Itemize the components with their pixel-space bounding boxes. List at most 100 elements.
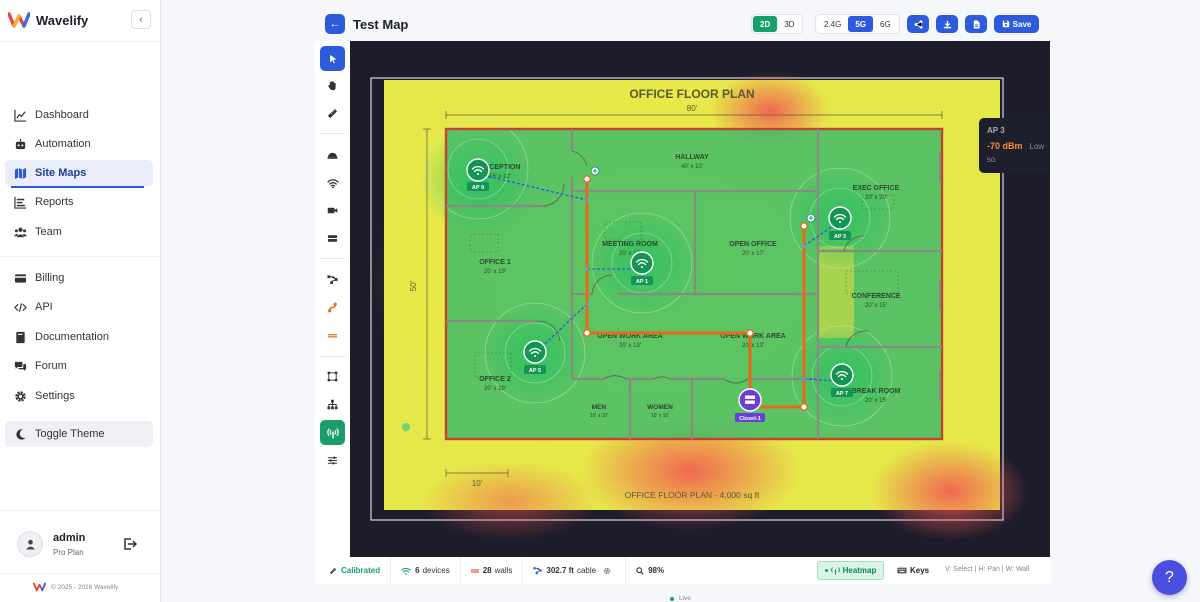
sidebar-item-label: Reports (35, 196, 74, 208)
sitemap-icon (327, 399, 338, 410)
room-dims: 20' x 19' (484, 269, 506, 275)
band-24g-button[interactable]: 2.4G (817, 16, 848, 32)
topology-tool[interactable] (320, 392, 345, 417)
hand-icon (328, 81, 336, 91)
room-dims: 20' x 19' (484, 386, 506, 392)
user-profile[interactable]: admin Pro Plan (17, 531, 85, 557)
room-name: MEETING ROOM (602, 241, 658, 248)
file-icon (973, 19, 980, 29)
ap-marker-ap5[interactable]: AP 5 (523, 340, 547, 374)
floor-plan-svg[interactable]: OFFICE FLOOR PLAN 80' 50' 10' OFFICE FLO… (350, 41, 1050, 557)
share-button[interactable] (907, 15, 929, 33)
export-pdf-button[interactable] (965, 15, 987, 33)
sidebar-item-dashboard[interactable]: Dashboard (5, 102, 153, 128)
closet-label: Closet-1 (739, 416, 761, 422)
sidebar: Wavelify ‹ Dashboard Automation Site Map… (0, 0, 161, 602)
gear-icon[interactable] (603, 567, 611, 575)
brand-name: Wavelify (36, 12, 89, 28)
copyright: © 2025 - 2026 Wavelify (33, 582, 118, 592)
book-icon (16, 331, 25, 343)
select-tool[interactable] (320, 46, 345, 71)
walls-count: 28 walls (461, 557, 524, 584)
sidebar-item-site-maps[interactable]: Site Maps (5, 160, 153, 188)
view-3d-button[interactable]: 3D (777, 16, 801, 32)
ruler-icon (329, 567, 337, 574)
ap-label: AP 9 (472, 185, 484, 191)
devices-number: 6 (415, 566, 420, 575)
wifi-icon (326, 178, 339, 188)
floorplan-title: OFFICE FLOOR PLAN (629, 87, 754, 101)
heatmap-toggle-button[interactable]: Heatmap (817, 561, 884, 580)
sidebar-item-settings[interactable]: Settings (5, 383, 153, 409)
view-2d-button[interactable]: 2D (753, 16, 778, 32)
sidebar-item-automation[interactable]: Automation (5, 131, 153, 157)
room-dims: 20' x 13' (619, 343, 641, 349)
server-icon (745, 395, 755, 399)
view-mode-toggle: 2D 3D (751, 14, 804, 34)
room-name: HALLWAY (675, 154, 709, 161)
pan-tool[interactable] (320, 73, 345, 98)
walls-number: 28 (482, 566, 492, 575)
credit-card-icon (14, 273, 27, 283)
sidebar-item-billing[interactable]: Billing (5, 265, 153, 291)
download-button[interactable] (936, 15, 958, 33)
sliders-icon (327, 456, 338, 465)
camera-tool[interactable] (320, 198, 345, 223)
sidebar-item-documentation[interactable]: Documentation (5, 324, 153, 350)
heatmap-label: Heatmap (842, 566, 877, 575)
sidebar-item-reports[interactable]: Reports (5, 189, 153, 215)
calibration-status[interactable]: Calibrated (315, 557, 392, 584)
adjust-tool[interactable] (320, 448, 345, 473)
ap-marker-ap7[interactable]: AP 7 (830, 363, 854, 397)
route-tool[interactable] (320, 295, 345, 320)
ap-label: AP 5 (529, 368, 541, 374)
measure-tool[interactable] (320, 101, 345, 126)
save-button[interactable]: Save (994, 15, 1039, 33)
antenna-icon (830, 567, 840, 575)
heat-zone-weak (870, 441, 1030, 541)
sidebar-item-api[interactable]: API (5, 294, 153, 320)
brand[interactable]: Wavelify (8, 10, 88, 30)
logout-icon[interactable] (123, 537, 137, 551)
cable-style-tool[interactable] (320, 323, 345, 348)
divider (0, 256, 160, 257)
collapse-sidebar-button[interactable]: ‹ (131, 10, 151, 29)
arrow-left-icon: ← (329, 18, 341, 30)
keys-button[interactable]: Keys (897, 561, 929, 580)
help-button[interactable]: ? (1152, 560, 1187, 595)
map-canvas[interactable]: OFFICE FLOOR PLAN 80' 50' 10' OFFICE FLO… (350, 41, 1050, 557)
band-6g-button[interactable]: 6G (873, 16, 898, 32)
area-tool[interactable] (320, 364, 345, 389)
back-button[interactable]: ← (325, 14, 345, 34)
cable-label: cable (576, 566, 597, 575)
comments-icon (14, 361, 27, 371)
zoom-value: 98% (648, 566, 665, 575)
switch-tool[interactable] (320, 226, 345, 251)
band-5g-button[interactable]: 5G (848, 16, 874, 32)
ap-marker-ap3[interactable]: AP 3 (828, 206, 852, 240)
ap-tool[interactable] (320, 170, 345, 195)
heatmap-tool[interactable] (320, 420, 345, 445)
cable-tool[interactable] (320, 267, 345, 292)
sidebar-item-label: API (35, 301, 53, 313)
sidebar-item-team[interactable]: Team (5, 219, 153, 245)
tool-palette (315, 41, 350, 557)
save-label: Save (1012, 19, 1032, 29)
chart-line-icon (14, 109, 27, 122)
ap-marker-ap9[interactable]: AP 9 (466, 158, 490, 191)
ap-label: AP 7 (836, 391, 848, 397)
divider (319, 133, 346, 134)
ap-tooltip: AP 3 -70 dBm Low 5G (979, 118, 1050, 173)
antenna-icon (326, 427, 339, 438)
user-plan: Pro Plan (53, 547, 84, 557)
toggle-theme-button[interactable]: Toggle Theme (5, 421, 153, 447)
floorplan-footer: OFFICE FLOOR PLAN - 4,000 sq ft (625, 490, 760, 500)
devices-label: devices (422, 566, 450, 575)
dot-icon (824, 569, 828, 572)
wall-tool[interactable] (320, 143, 345, 168)
share-icon (914, 19, 922, 29)
walls-label: walls (494, 566, 513, 575)
map-toolbar: ← Test Map 2D 3D 2.4G 5G 6G Save (315, 9, 1050, 39)
sidebar-item-forum[interactable]: Forum (5, 353, 153, 379)
ap-marker-ap1[interactable]: AP 1 (630, 251, 654, 285)
